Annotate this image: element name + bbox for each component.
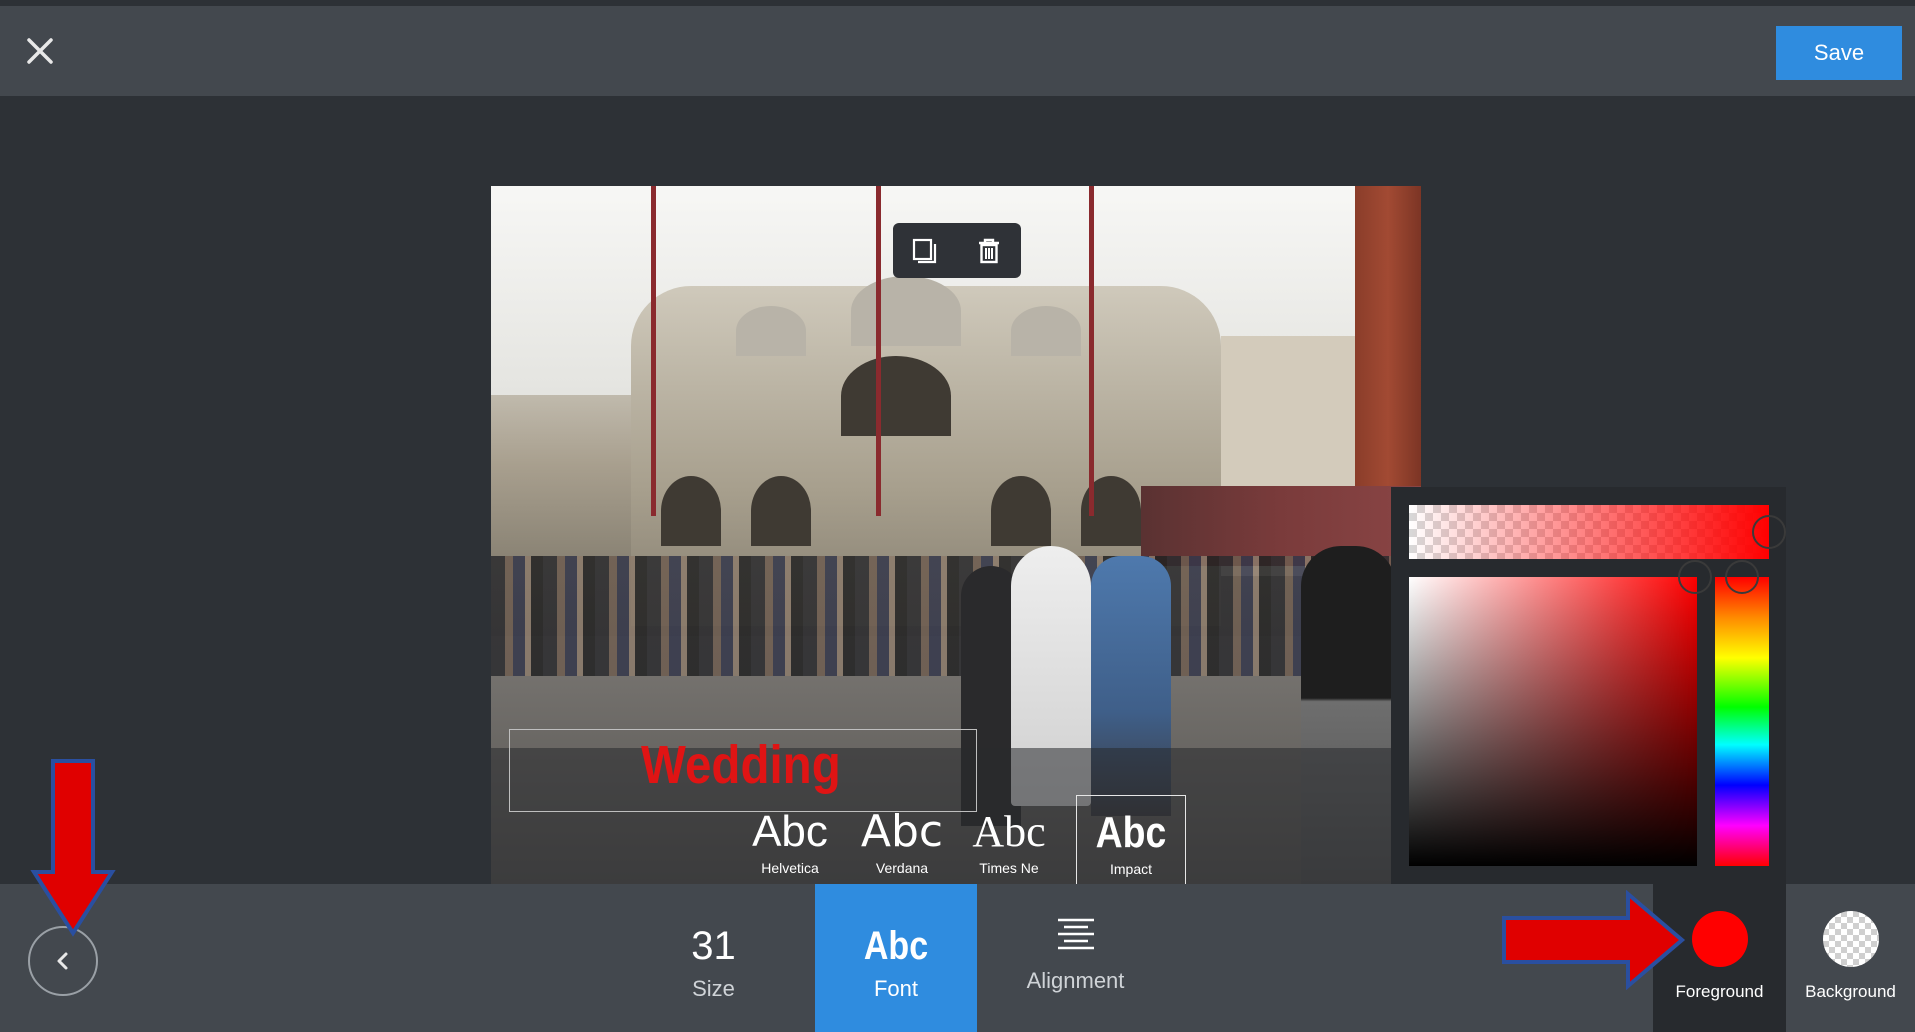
font-options: Abc Helvetica Abc Verdana Abc Times Ne A… [735, 795, 1186, 885]
photo-arch [661, 476, 721, 546]
hue-slider[interactable] [1715, 577, 1769, 866]
background-color-button[interactable]: Background [1786, 884, 1915, 1032]
font-option-helvetica[interactable]: Abc Helvetica [735, 795, 845, 885]
close-button[interactable] [24, 35, 56, 67]
font-name: Helvetica [761, 860, 819, 876]
font-name: Times Ne [979, 860, 1039, 876]
font-sample: Abc [1095, 808, 1167, 857]
photo-dome [736, 306, 806, 356]
saturation-value-picker[interactable] [1409, 577, 1697, 866]
save-button[interactable]: Save [1776, 26, 1902, 80]
photo-flagpole [651, 186, 656, 516]
opacity-slider[interactable] [1409, 505, 1769, 559]
top-bar: Save [0, 6, 1915, 96]
font-option-times-new-roman[interactable]: Abc Times Ne [954, 795, 1064, 885]
photo-crowd [491, 556, 1421, 676]
hue-slider-handle[interactable] [1725, 560, 1759, 594]
close-icon [27, 38, 53, 64]
photo-arch [751, 476, 811, 546]
font-sample: Abc [752, 807, 828, 856]
opacity-slider-handle[interactable] [1752, 515, 1786, 549]
duplicate-button[interactable] [905, 231, 945, 271]
size-label: Size [692, 976, 735, 1001]
font-tool-sample: Abc [863, 924, 929, 968]
font-option-impact[interactable]: Abc Impact [1076, 795, 1186, 885]
photo-flagpole [1089, 186, 1094, 516]
font-name: Impact [1109, 861, 1152, 877]
photo-flagpole [876, 186, 881, 516]
photo-arch [991, 476, 1051, 546]
trash-icon [979, 238, 999, 263]
annotation-arrow-down-icon [30, 759, 116, 937]
font-tool[interactable]: Abc Font [815, 884, 977, 1032]
alignment-label: Alignment [1026, 968, 1125, 993]
photo-dome [851, 276, 961, 346]
annotation-arrow-right-icon [1502, 890, 1686, 990]
transparent-swatch-icon [1822, 911, 1879, 967]
foreground-color-swatch [1691, 911, 1748, 967]
alignment-tool[interactable]: Alignment [1008, 884, 1143, 1032]
font-label: Font [873, 976, 919, 1001]
text-layer-content: Wedding [641, 735, 841, 795]
size-value: 31 [691, 924, 736, 968]
duplicate-icon [912, 238, 937, 263]
font-sample: Abc [860, 806, 944, 857]
photo-tower [1355, 186, 1421, 486]
font-option-verdana[interactable]: Abc Verdana [847, 795, 957, 885]
background-label: Background [1805, 982, 1896, 1001]
font-name: Verdana [875, 860, 929, 876]
photo-arch [841, 356, 951, 436]
chevron-left-icon [57, 952, 68, 970]
font-sample: Abc [972, 807, 1046, 856]
align-center-icon [1057, 918, 1094, 950]
delete-button[interactable] [969, 231, 1009, 271]
size-tool[interactable]: 31 Size [656, 884, 771, 1032]
layer-toolbar [893, 223, 1021, 278]
saturation-value-handle[interactable] [1678, 560, 1712, 594]
photo-dome [1011, 306, 1081, 356]
